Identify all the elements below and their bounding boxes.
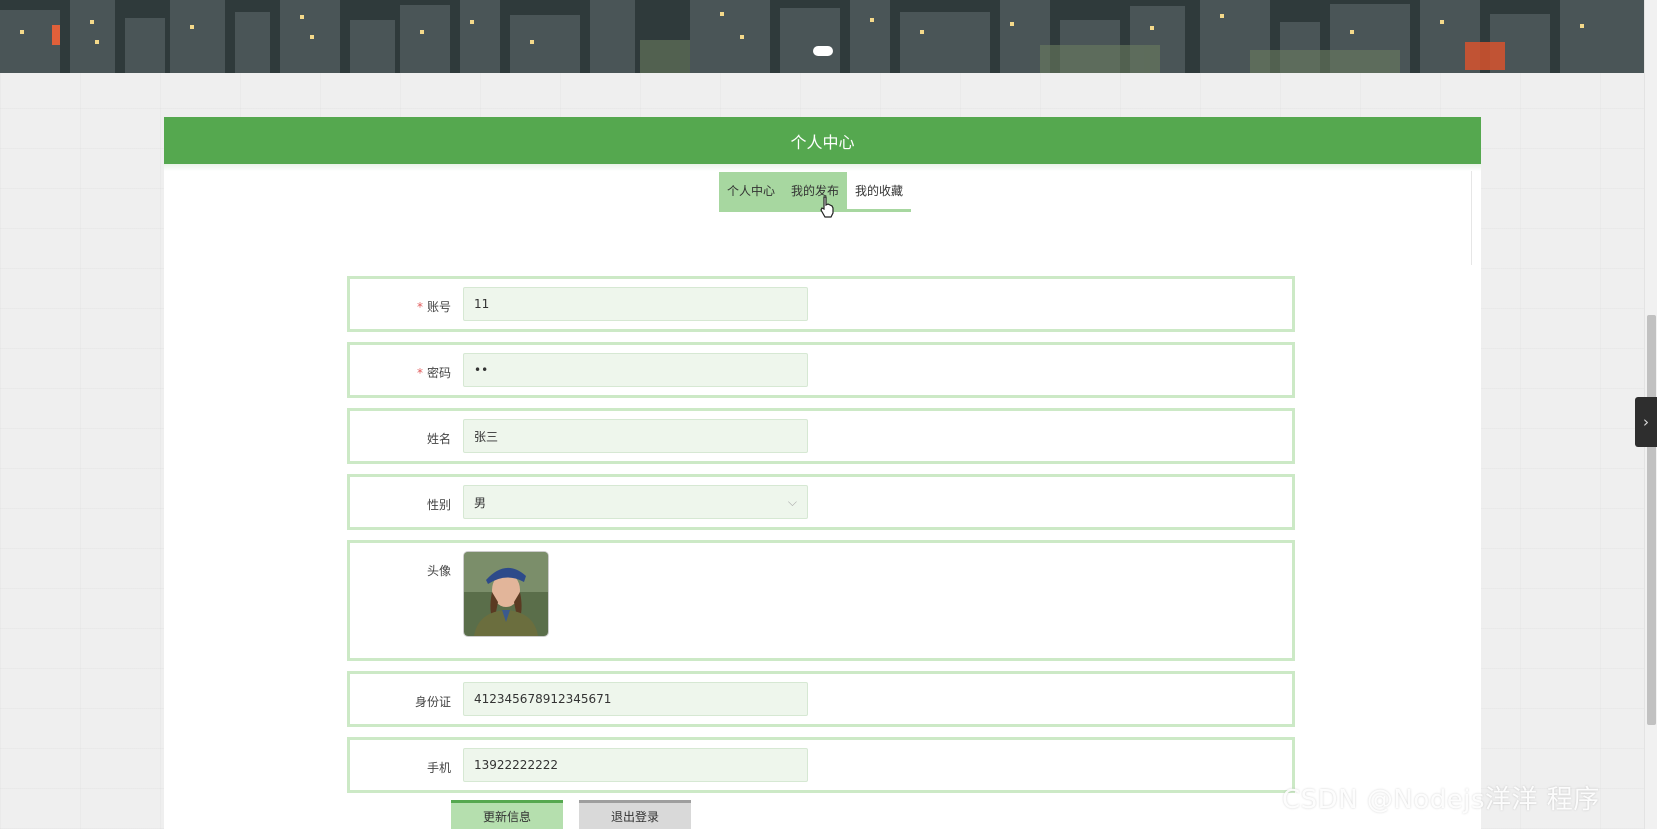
carousel-indicator[interactable] [813, 46, 833, 56]
tab-label: 我的收藏 [855, 184, 904, 198]
panel-divider [1471, 165, 1472, 265]
update-info-button[interactable]: 更新信息 [451, 800, 563, 829]
gender-label: 性别 [426, 498, 451, 512]
avatar-label: 头像 [426, 564, 451, 578]
name-input[interactable]: 张三 [463, 419, 808, 453]
password-input[interactable]: •• [463, 353, 808, 387]
logout-button[interactable]: 退出登录 [579, 800, 691, 829]
side-panel-toggle[interactable]: › [1635, 397, 1657, 447]
account-label: * 账号 [416, 300, 451, 314]
form-row-avatar: 头像 [347, 540, 1295, 661]
watermark-text: CSDN @Nodejs洋洋 程序 [1282, 785, 1600, 815]
form-row-account: * 账号 11 [347, 276, 1295, 332]
chevron-down-icon: ⌵ [787, 495, 797, 509]
page-title: 个人中心 [164, 117, 1481, 164]
id-card-label: 身份证 [414, 695, 451, 709]
avatar[interactable] [463, 551, 549, 637]
top-banner-image [0, 0, 1645, 73]
form-row-name: 姓名 张三 [347, 408, 1295, 464]
hand-cursor-icon [820, 196, 834, 218]
phone-input[interactable]: 13922222222 [463, 748, 808, 782]
tab-my-favorites[interactable]: 我的收藏 [847, 172, 912, 212]
chevron-right-icon: › [1643, 413, 1649, 431]
tab-label: 个人中心 [727, 184, 776, 198]
page-title-text: 个人中心 [790, 132, 855, 152]
password-label: * 密码 [416, 366, 451, 380]
name-label: 姓名 [426, 432, 451, 446]
tab-my-posts[interactable]: 我的发布 [783, 172, 848, 212]
tab-personal-center[interactable]: 个人中心 [719, 172, 784, 212]
account-input[interactable]: 11 [463, 287, 808, 321]
required-mark: * [416, 300, 423, 314]
form-row-password: * 密码 •• [347, 342, 1295, 398]
phone-label: 手机 [426, 761, 451, 775]
scrollbar-thumb[interactable] [1647, 315, 1656, 725]
id-card-input[interactable]: 412345678912345671 [463, 682, 808, 716]
header-divider [164, 164, 1481, 171]
required-mark: * [416, 366, 423, 380]
form-row-phone: 手机 13922222222 [347, 737, 1295, 793]
profile-tabs: 个人中心 我的发布 我的收藏 [719, 172, 912, 212]
form-row-gender: 性别 男 ⌵ [347, 474, 1295, 530]
form-row-id-card: 身份证 412345678912345671 [347, 671, 1295, 727]
gender-select[interactable]: 男 ⌵ [463, 485, 808, 519]
